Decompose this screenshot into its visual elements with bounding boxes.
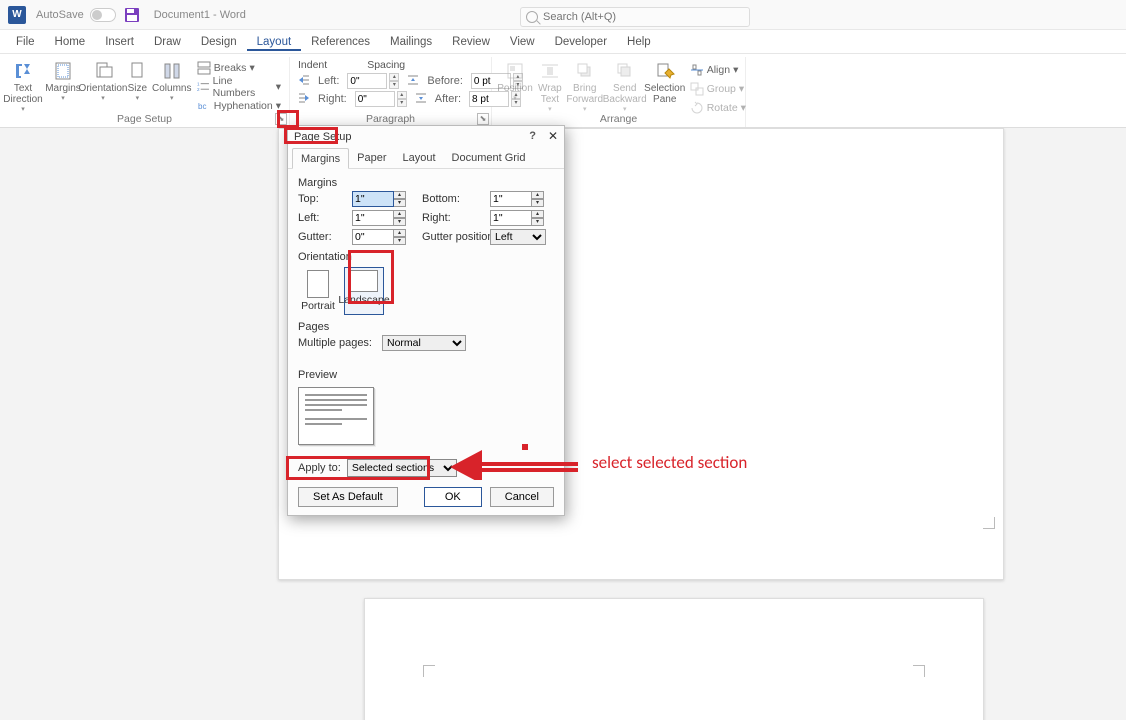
spacing-before-icon [407, 74, 419, 89]
svg-text:bc: bc [198, 102, 206, 111]
indent-right-icon [298, 92, 310, 107]
svg-text:2: 2 [197, 87, 200, 92]
gutter-position-label: Gutter position: [422, 231, 482, 243]
dialog-title: Page Setup [294, 131, 352, 143]
ribbon-group-page-setup: TextDirection▾ Margins▾ Orientation▾ Siz… [0, 57, 290, 127]
menu-view[interactable]: View [500, 33, 545, 51]
menu-home[interactable]: Home [45, 33, 96, 51]
bring-forward-button: BringForward▾ [566, 59, 604, 115]
size-button[interactable]: Size▾ [124, 59, 151, 104]
spacing-after-icon [415, 92, 427, 107]
menu-developer[interactable]: Developer [545, 33, 617, 51]
ribbon-group-paragraph: Indent Spacing Left: ▴▾ Before: ▴▾ Right… [290, 57, 492, 127]
menu-draw[interactable]: Draw [144, 33, 191, 51]
autosave-label: AutoSave [36, 9, 84, 21]
ribbon-label-page-setup: Page Setup [0, 113, 289, 125]
margin-top-input[interactable]: ▴▾ [352, 191, 414, 207]
autosave-toggle[interactable]: AutoSave [36, 8, 116, 22]
title-bar: W AutoSave Document1 - Word [0, 0, 1126, 30]
group-button: Group▾ [690, 80, 746, 98]
multiple-pages-label: Multiple pages: [298, 337, 372, 349]
svg-text:1: 1 [197, 82, 200, 87]
paragraph-dialog-launcher[interactable]: ⬊ [477, 113, 489, 125]
orientation-landscape[interactable]: Landscape [344, 267, 384, 315]
document-title: Document1 - Word [154, 9, 246, 21]
position-button: Position▾ [496, 59, 534, 104]
word-app-icon: W [8, 6, 26, 24]
set-as-default-button[interactable]: Set As Default [298, 487, 398, 507]
line-numbers-button[interactable]: 12Line Numbers▾ [197, 78, 281, 96]
ok-button[interactable]: OK [424, 487, 482, 507]
gutter-label: Gutter: [298, 231, 344, 243]
menu-layout[interactable]: Layout [247, 33, 302, 51]
dialog-title-bar[interactable]: Page Setup ? ✕ [288, 126, 564, 148]
ribbon-label-arrange: Arrange [492, 113, 745, 125]
menu-insert[interactable]: Insert [95, 33, 144, 51]
menu-file[interactable]: File [6, 33, 45, 51]
menu-review[interactable]: Review [442, 33, 500, 51]
ribbon: TextDirection▾ Margins▾ Orientation▾ Siz… [0, 54, 1126, 128]
menu-bar: File Home Insert Draw Design Layout Refe… [0, 30, 1126, 54]
tab-paper[interactable]: Paper [349, 148, 394, 168]
ribbon-label-paragraph: Paragraph [290, 113, 491, 125]
columns-button[interactable]: Columns▾ [153, 59, 191, 104]
search-container [520, 7, 750, 27]
margin-left-label: Left: [298, 212, 344, 224]
gutter-position-select[interactable]: Left [490, 229, 546, 245]
indent-left-icon [298, 74, 310, 89]
ribbon-group-arrange: Position▾ WrapText▾ BringForward▾ SendBa… [492, 57, 746, 127]
tab-document-grid[interactable]: Document Grid [444, 148, 534, 168]
align-button[interactable]: Align▾ [690, 61, 746, 79]
tab-margins[interactable]: Margins [292, 148, 349, 169]
dialog-close-button[interactable]: ✕ [548, 129, 558, 143]
margin-right-input[interactable]: ▴▾ [490, 210, 552, 226]
dialog-tabs: Margins Paper Layout Document Grid [288, 148, 564, 169]
preview-box [298, 387, 374, 445]
orientation-button[interactable]: Orientation▾ [84, 59, 122, 104]
margins-section-label: Margins [298, 177, 554, 189]
indent-right-input[interactable]: ▴▾ [355, 91, 407, 107]
save-icon[interactable] [124, 7, 140, 23]
document-page-2[interactable] [364, 598, 984, 720]
indent-left-input[interactable]: ▴▾ [347, 73, 399, 89]
indent-label: Indent [298, 59, 327, 71]
margin-left-input[interactable]: ▴▾ [352, 210, 414, 226]
margin-right-label: Right: [422, 212, 482, 224]
margin-bottom-input[interactable]: ▴▾ [490, 191, 552, 207]
margin-bottom-label: Bottom: [422, 193, 482, 205]
wrap-text-button: WrapText▾ [536, 59, 564, 115]
send-backward-button: SendBackward▾ [606, 59, 644, 115]
tab-layout[interactable]: Layout [394, 148, 443, 168]
page-setup-dialog: Page Setup ? ✕ Margins Paper Layout Docu… [287, 125, 565, 516]
toggle-switch[interactable] [90, 8, 116, 22]
apply-to-select[interactable]: Selected sections [347, 459, 457, 477]
cancel-button[interactable]: Cancel [490, 487, 554, 507]
selection-pane-button[interactable]: SelectionPane [646, 59, 684, 107]
margins-button[interactable]: Margins▾ [44, 59, 82, 104]
multiple-pages-select[interactable]: Normal [382, 335, 466, 351]
spacing-label: Spacing [367, 59, 405, 71]
pages-section-label: Pages [298, 321, 554, 333]
margin-top-label: Top: [298, 193, 344, 205]
text-direction-button[interactable]: TextDirection▾ [4, 59, 42, 115]
apply-to-label: Apply to: [298, 462, 341, 474]
search-icon [526, 11, 538, 23]
search-input[interactable] [520, 7, 750, 27]
menu-mailings[interactable]: Mailings [380, 33, 442, 51]
menu-help[interactable]: Help [617, 33, 661, 51]
dialog-help-button[interactable]: ? [529, 130, 536, 142]
annotation-text: select selected section [592, 452, 747, 473]
menu-references[interactable]: References [301, 33, 380, 51]
orientation-section-label: Orientation [298, 251, 554, 263]
preview-section-label: Preview [298, 369, 554, 381]
menu-design[interactable]: Design [191, 33, 247, 51]
orientation-portrait[interactable]: Portrait [298, 267, 338, 315]
page-setup-dialog-launcher[interactable]: ⬊ [275, 113, 287, 125]
gutter-input[interactable]: ▴▾ [352, 229, 414, 245]
